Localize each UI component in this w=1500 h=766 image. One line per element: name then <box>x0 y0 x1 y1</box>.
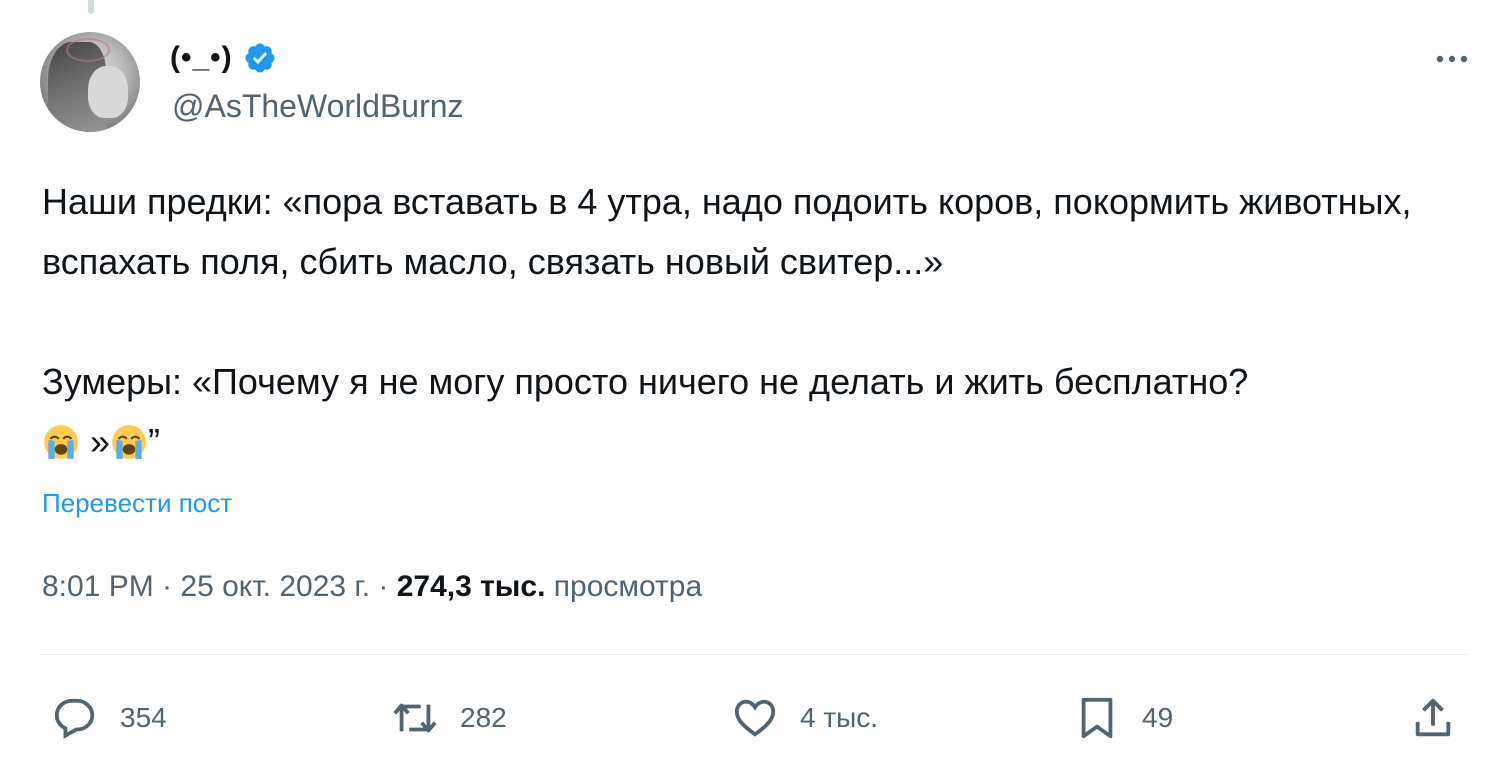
tweet-time[interactable]: 8:01 PM <box>42 570 154 603</box>
tweet-body: Наши предки: «пора вставать в 4 утра, на… <box>42 181 1412 402</box>
bookmark-count: 49 <box>1142 702 1174 733</box>
author-handle[interactable]: @AsTheWorldBurnz <box>172 88 464 125</box>
repost-button[interactable]: 282 <box>392 690 507 746</box>
avatar-scribble <box>66 38 110 62</box>
display-name[interactable]: (•_•) <box>170 41 233 75</box>
views-label: просмотра <box>553 570 703 603</box>
crying-emoji-icon <box>112 425 146 459</box>
views-count[interactable]: 274,3 тыс. <box>397 570 546 603</box>
tweet-quote-close: » <box>80 421 111 462</box>
repost-icon <box>393 703 437 733</box>
repost-count: 282 <box>460 702 507 733</box>
more-dots-icon <box>1436 55 1468 63</box>
reply-count: 354 <box>120 702 167 733</box>
meta-separator: · <box>370 570 397 603</box>
divider <box>40 654 1470 655</box>
reply-icon <box>54 698 95 739</box>
thread-connector-line <box>88 0 94 14</box>
like-count: 4 тыс. <box>800 702 879 733</box>
bookmark-icon <box>1081 697 1113 739</box>
more-options-button[interactable] <box>1432 44 1472 74</box>
tweet-meta: 8:01 PM · 25 окт. 2023 г. · 274,3 тыс. п… <box>42 570 702 604</box>
like-button[interactable]: 4 тыс. <box>732 690 878 746</box>
bookmark-button[interactable]: 49 <box>1074 690 1173 746</box>
translate-post-link[interactable]: Перевести пост <box>42 488 232 519</box>
heart-icon <box>734 699 776 737</box>
tweet-actions-bar: 354 282 4 тыс. 49 <box>0 690 1500 746</box>
share-icon <box>1415 698 1451 737</box>
crying-emoji-icon <box>44 425 78 459</box>
author-name-row[interactable]: (•_•) <box>170 38 277 78</box>
avatar-face <box>88 66 128 118</box>
meta-separator: · <box>153 570 181 603</box>
tweet-quote-end: ” <box>148 421 161 462</box>
avatar[interactable] <box>40 32 140 132</box>
tweet-text: Наши предки: «пора вставать в 4 утра, на… <box>42 172 1472 472</box>
tweet-date[interactable]: 25 окт. 2023 г. <box>180 570 370 603</box>
reply-button[interactable]: 354 <box>52 690 167 746</box>
verified-badge-icon[interactable] <box>243 41 277 75</box>
share-button[interactable] <box>1410 690 1456 746</box>
